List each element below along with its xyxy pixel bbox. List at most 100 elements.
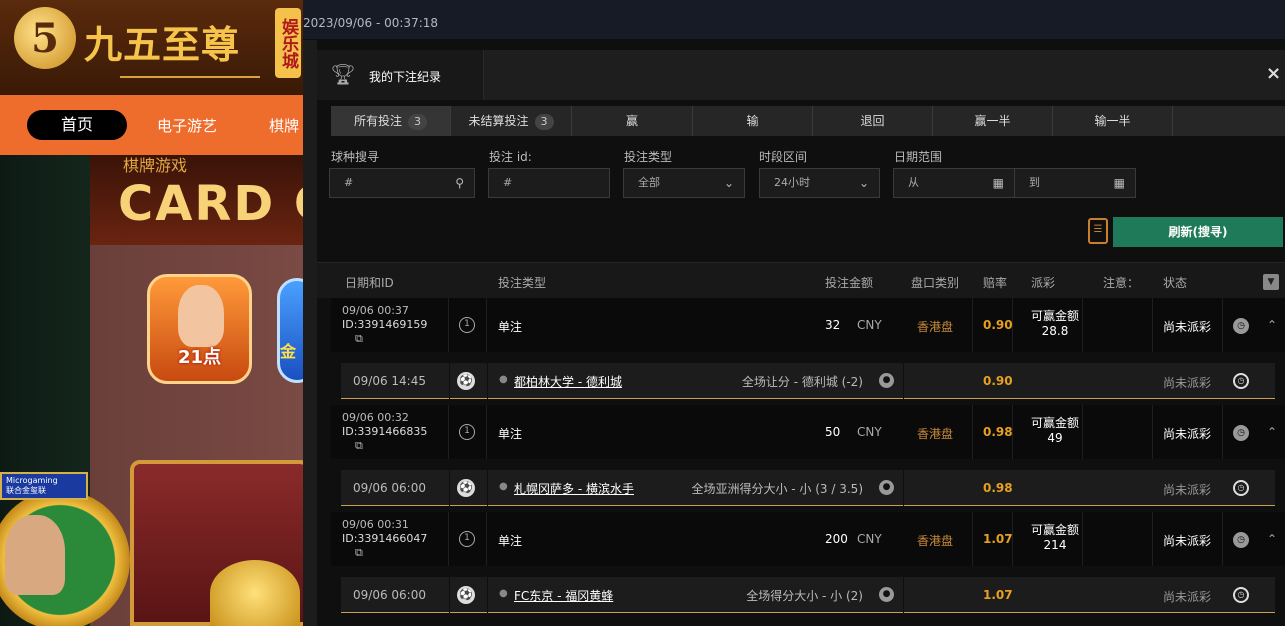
match-link[interactable]: 都柏林大学 - 德利城 [514,373,622,390]
soccer-ball-icon: ⚽ [457,479,475,497]
selection-odds: 1.07 [983,588,1013,602]
site-nav: 首页 电子游艺 棋牌 [0,95,303,155]
clock-icon[interactable]: ◷ [1233,318,1249,334]
selection-separator [903,363,904,399]
clock-icon[interactable]: ◷ [1233,532,1249,548]
nav-electronic-games[interactable]: 电子游艺 [157,115,217,136]
date-range-label: 日期范围 [894,150,943,164]
tab-all-bets[interactable]: 所有投注 3 [331,106,451,136]
copy-icon[interactable]: ⧉ [355,332,363,346]
clock-icon[interactable]: ◷ [1233,373,1249,389]
chevron-up-icon[interactable]: ⌃ [1267,318,1277,332]
copy-icon[interactable]: ⧉ [355,439,363,453]
tab-half-win[interactable]: 赢一半 [933,106,1053,136]
bet-type: 单注 [498,427,523,441]
match-link[interactable]: FC东京 - 福冈黄蜂 [514,587,613,604]
col-odds: 赔率 [983,276,1008,290]
bet-row-cell [1083,405,1153,459]
table-header: 日期和ID 投注类型 投注金额 盘口类别 赔率 派彩 注意： 状态 ▼ [317,262,1285,298]
period-select[interactable]: 24小时 ⌄ [759,168,880,198]
win-label: 可赢金额 [1031,523,1080,537]
selection-separator [903,470,904,506]
sport-search-input[interactable]: # ⚲ [329,168,475,198]
datetime-display: 2023/09/06 - 00:37:18 [303,16,439,30]
bet-status: 尚未派彩 [1163,427,1212,441]
provider-badge: Microgaming 联合金玺联 [0,472,88,500]
match-link[interactable]: 札幌冈萨多 - 横滨水手 [514,480,634,497]
bet-amount: 32 [825,318,841,332]
selection-separator [487,577,488,613]
clock-icon[interactable]: ◷ [1233,587,1249,603]
selection-separator [449,470,450,506]
tab-lose[interactable]: 输 [693,106,813,136]
selection-status: 尚未派彩 [1163,376,1212,390]
selection-separator [487,363,488,399]
promo-person-image [5,515,65,595]
bet-row[interactable]: 09/06 00:37 ID:3391469159 ⧉ 1 单注 32 CNY 香… [331,298,1285,352]
chevron-up-icon[interactable]: ⌃ [1267,425,1277,439]
period-label: 时段区间 [759,150,808,164]
user-info-icon[interactable]: ● [879,480,894,495]
tab-win[interactable]: 赢 [572,106,693,136]
col-status: 状态 [1163,276,1188,290]
bet-currency: CNY [857,318,882,332]
user-info-icon[interactable]: ● [879,587,894,602]
col-bet-type: 投注类型 [498,276,547,290]
copy-icon[interactable]: ⧉ [355,546,363,560]
clock-icon[interactable]: ◷ [1233,480,1249,496]
close-icon[interactable]: × [1266,63,1281,84]
bet-type: 单注 [498,320,523,334]
bet-id: ID:3391469159 [342,318,428,331]
potential-win: 可赢金额 49 [1031,416,1079,446]
site-logo-icon[interactable]: 5 [14,7,76,69]
bet-odds: 0.90 [983,318,1013,332]
selection-time: 09/06 06:00 [353,588,426,602]
provider-sub: 联合金玺联 [6,486,46,495]
sort-toggle-icon[interactable]: ▼ [1263,274,1279,290]
game-tile-blackjack[interactable]: 21点 [147,274,252,384]
tab-half-lose[interactable]: 输一半 [1053,106,1173,136]
clipboard-icon[interactable]: ☰ [1088,218,1108,244]
selection-time: 09/06 06:00 [353,481,426,495]
bet-amount: 200 [825,532,848,546]
tab-unsettled-bets[interactable]: 未结算投注 3 [451,106,572,136]
date-to-input[interactable]: 到 ▦ [1014,168,1136,198]
bet-type-select[interactable]: 全部 ⌄ [623,168,745,198]
bet-row[interactable]: 09/06 00:32 ID:3391466835 ⧉ 1 单注 50 CNY 香… [331,405,1285,459]
calendar-icon[interactable]: ▦ [993,169,1004,197]
bet-id-input[interactable]: # [488,168,610,198]
nav-home[interactable]: 首页 [27,110,127,140]
search-icon[interactable]: ⚲ [455,169,464,197]
background-site: 5 九五至尊 娱乐城 首页 电子游艺 棋牌 棋牌游戏 CARD GA 21点 金… [0,0,303,626]
site-logo-text[interactable]: 九五至尊 [84,14,240,69]
modal-header: 🏆︎ 我的下注纪录 × [317,50,1285,100]
bet-id: ID:3391466047 [342,532,428,545]
tab-label: 未结算投注 [468,114,529,128]
bet-currency: CNY [857,532,882,546]
refresh-search-button[interactable]: 刷新(搜寻) [1113,217,1283,247]
bet-status: 尚未派彩 [1163,534,1212,548]
date-from-input[interactable]: 从 ▦ [893,168,1015,198]
chevron-up-icon[interactable]: ⌃ [1267,532,1277,546]
win-amount: 214 [1043,538,1067,552]
bet-datetime: 09/06 00:37 ID:3391469159 [342,304,427,332]
bet-datetime: 09/06 00:31 ID:3391466047 [342,518,427,546]
clock-icon[interactable]: ◷ [1233,425,1249,441]
selection-time: 09/06 14:45 [353,374,426,388]
odds-type: 香港盘 [917,320,954,334]
bullet-dot: ● [499,588,508,599]
game-tile-label: 金 [280,342,297,361]
bullet-dot: ● [499,481,508,492]
bet-id-label: 投注 id: [489,150,532,164]
calendar-icon[interactable]: ▦ [1114,169,1125,197]
col-amount: 投注金额 [825,276,874,290]
bet-row[interactable]: 09/06 00:31 ID:3391466047 ⧉ 1 单注 200 CNY … [331,512,1285,566]
selection-row: 09/06 06:00 ⚽ ● 札幌冈萨多 - 横滨水手 全场亚洲得分大小 - … [341,470,1275,506]
odds-type: 香港盘 [917,427,954,441]
market-text: 全场得分大小 - 小 (2) [746,589,863,603]
tab-refund[interactable]: 退回 [813,106,933,136]
game-tile-second[interactable]: 金 [277,278,303,383]
potential-win: 可赢金额 28.8 [1031,309,1079,339]
nav-card-games[interactable]: 棋牌 [269,115,299,136]
user-info-icon[interactable]: ● [879,373,894,388]
